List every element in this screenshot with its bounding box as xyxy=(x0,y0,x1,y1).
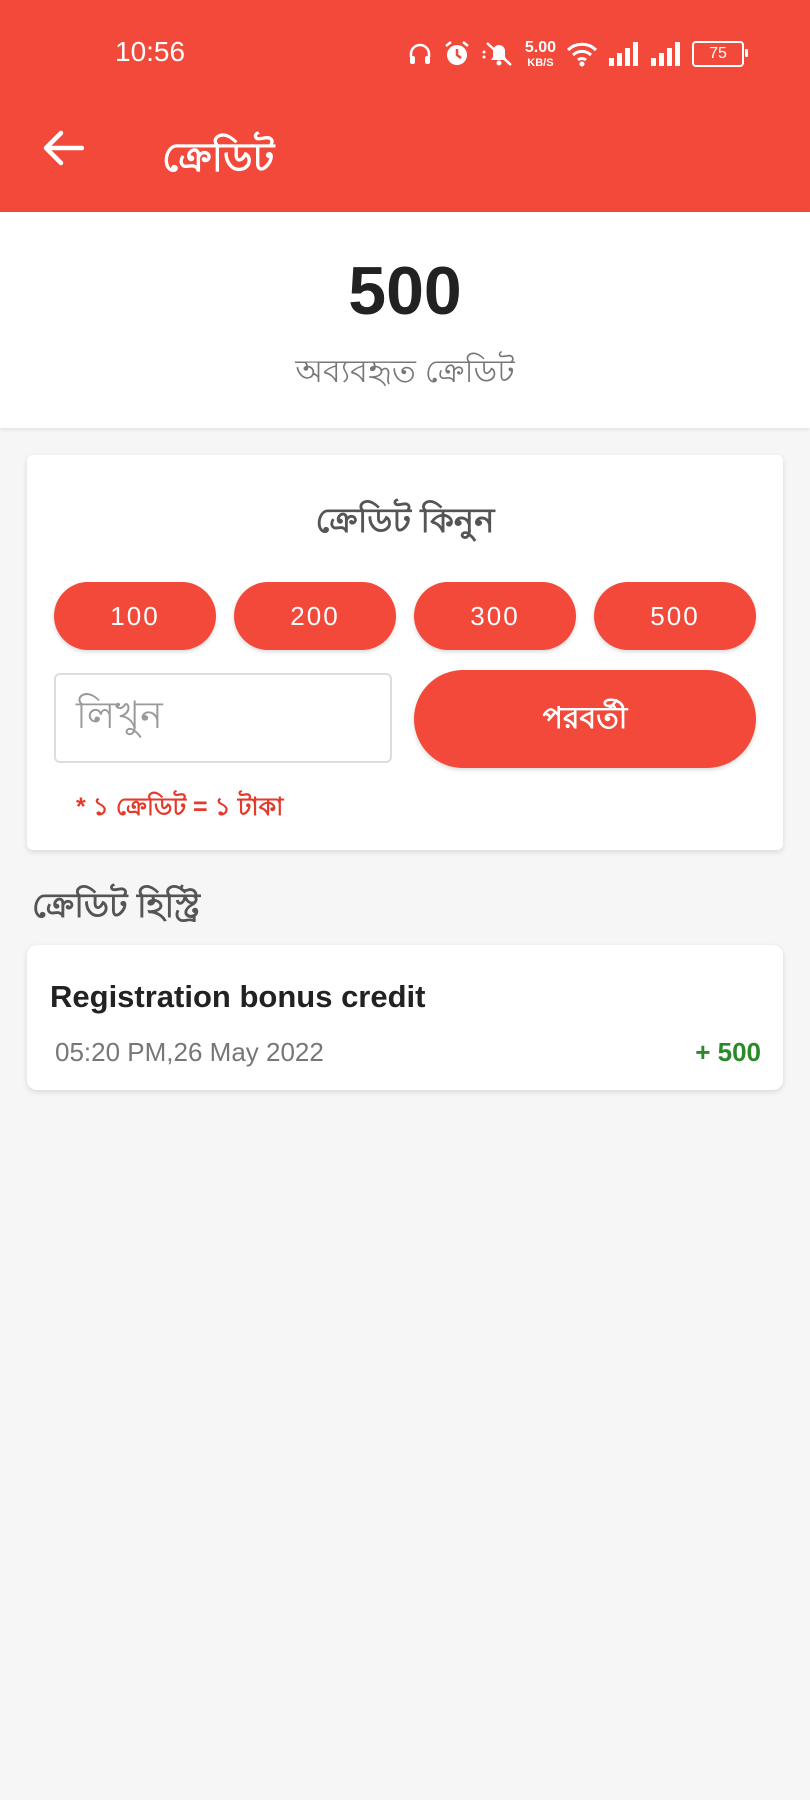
status-time: 10:56 xyxy=(115,36,186,67)
battery-icon: 75 xyxy=(692,41,748,67)
headphones-icon xyxy=(407,41,433,67)
history-item-date: 05:20 PM,26 May 2022 xyxy=(55,1037,324,1067)
buy-credit-card: ক্রেডিট কিনুন 100 200 300 500 লিখুন পরবর… xyxy=(27,455,783,850)
amount-options: 100 200 300 500 xyxy=(54,582,756,650)
arrow-left-icon xyxy=(42,130,85,171)
history-item-title: Registration bonus credit xyxy=(50,979,426,1014)
network-speed: 5.00 KB/S xyxy=(524,38,556,69)
signal-icon xyxy=(650,42,682,66)
back-button[interactable] xyxy=(38,125,88,175)
amount-input[interactable]: লিখুন xyxy=(54,673,392,763)
speed-value: 5.00 xyxy=(524,38,556,56)
amount-option-200[interactable]: 200 xyxy=(234,582,396,650)
alarm-icon xyxy=(443,40,471,68)
buy-credit-title: ক্রেডিট কিনুন xyxy=(315,502,495,540)
page-title: ক্রেডিট xyxy=(162,136,275,180)
status-icons: 5.00 KB/S 75 xyxy=(407,36,748,72)
status-bar: 10:56 5.00 KB/S 75 xyxy=(0,0,810,100)
amount-option-300[interactable]: 300 xyxy=(414,582,576,650)
history-item-amount: + 500 xyxy=(695,1037,761,1067)
wifi-icon xyxy=(566,41,598,67)
amount-option-500[interactable]: 500 xyxy=(594,582,756,650)
rate-note: * ১ ক্রেডিট = ১ টাকা xyxy=(76,793,284,821)
amount-option-100[interactable]: 100 xyxy=(54,582,216,650)
app-header: 10:56 5.00 KB/S 75 ক্রেডিট xyxy=(0,0,810,212)
credit-balance-label: অব্যবহৃত ক্রেডিট xyxy=(295,353,515,389)
credit-balance: 500 xyxy=(348,253,462,329)
credit-summary: 500 অব্যবহৃত ক্রেডিট xyxy=(0,212,810,428)
history-item: Registration bonus credit 05:20 PM,26 Ma… xyxy=(27,945,783,1090)
next-button[interactable]: পরবর্তী xyxy=(414,670,756,768)
bell-off-icon xyxy=(481,40,515,68)
speed-unit: KB/S xyxy=(527,56,554,69)
signal-icon xyxy=(608,42,640,66)
battery-level: 75 xyxy=(709,45,727,62)
credit-history-heading: ক্রেডিট হিস্ট্রি xyxy=(32,887,201,925)
